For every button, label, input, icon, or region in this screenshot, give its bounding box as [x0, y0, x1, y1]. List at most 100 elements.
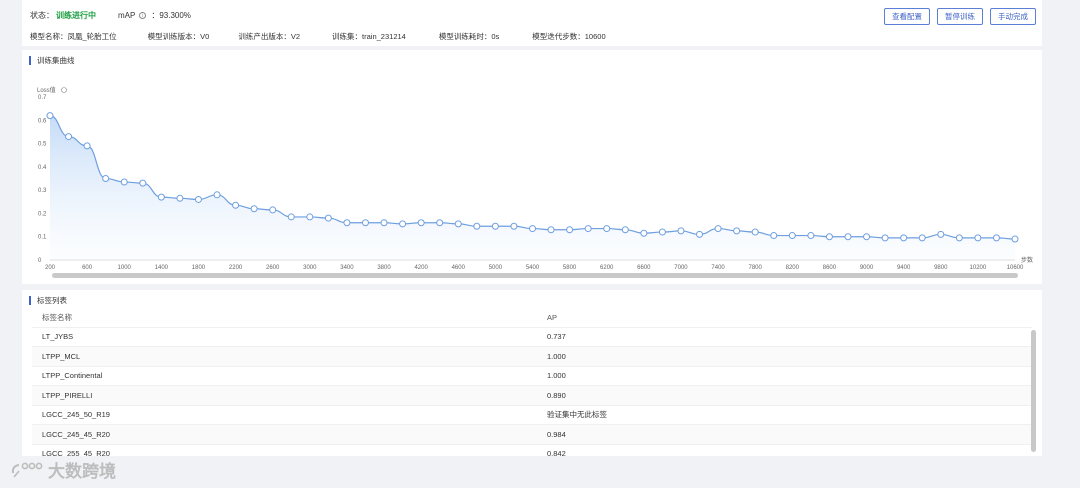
map-label: mAP	[118, 11, 136, 20]
x-tick-label: 7400	[711, 265, 725, 271]
x-tick-label: 4600	[452, 265, 466, 271]
watermark-logo-icon	[11, 462, 43, 478]
chart-horizontal-scrollbar[interactable]	[52, 273, 1018, 278]
y-tick-label: 0.6	[38, 118, 47, 124]
table-row[interactable]: LTPP_Continental 1.000	[32, 367, 1032, 386]
x-tick-label: 10600	[1007, 265, 1024, 271]
header-panel: 状态： 训练进行中 mAP i ：93.300% 模型名称： 凤凰_轮胎工位 模…	[22, 0, 1042, 46]
data-point[interactable]	[621, 226, 629, 234]
data-point[interactable]	[603, 225, 611, 233]
data-point[interactable]	[417, 219, 425, 227]
data-point[interactable]	[343, 219, 351, 227]
table-row[interactable]: LGCC_245_45_R20 0.984	[32, 425, 1032, 445]
data-point[interactable]	[974, 234, 982, 242]
data-point[interactable]	[547, 226, 555, 234]
data-point[interactable]	[380, 219, 388, 227]
y-tick-label: 0.3	[38, 188, 47, 194]
data-point[interactable]	[640, 229, 648, 237]
train-duration: 模型训练耗时：0s	[438, 32, 500, 41]
x-tick-label: 10200	[970, 265, 987, 271]
manual-complete-button[interactable]: 手动完成	[990, 8, 1036, 25]
data-point[interactable]	[120, 178, 128, 186]
data-point[interactable]	[696, 230, 704, 238]
data-point[interactable]	[46, 112, 54, 120]
x-tick-label: 2200	[229, 265, 243, 271]
data-point[interactable]	[714, 225, 722, 233]
x-tick-label: 5800	[563, 265, 577, 271]
col-ap-header: AP	[547, 312, 558, 322]
data-point[interactable]	[955, 234, 963, 242]
data-point[interactable]	[1011, 235, 1019, 243]
data-point[interactable]	[751, 228, 759, 236]
data-point[interactable]	[658, 228, 666, 236]
data-point[interactable]	[454, 220, 462, 228]
data-point[interactable]	[232, 201, 240, 209]
data-point[interactable]	[733, 227, 741, 235]
data-point[interactable]	[269, 206, 277, 214]
status-row: 状态： 训练进行中 mAP i ：93.300%	[30, 10, 191, 21]
label-name-cell: LGCC_245_50_R19	[42, 410, 110, 420]
data-point[interactable]	[65, 133, 73, 141]
table-body: LT_JYBS 0.737 LTPP_MCL 1.000 LTPP_Continenta…	[32, 328, 1032, 456]
pause-training-button[interactable]: 暂停训练	[937, 8, 983, 25]
ap-cell: 1.000	[547, 351, 566, 361]
data-point[interactable]	[102, 175, 110, 182]
data-point[interactable]	[881, 234, 889, 242]
data-point[interactable]	[677, 227, 685, 235]
data-point[interactable]	[992, 234, 1000, 242]
ap-cell: 验证集中无此标签	[547, 410, 607, 420]
data-point[interactable]	[213, 191, 221, 199]
table-vertical-scrollbar[interactable]	[1031, 330, 1036, 452]
x-tick-label: 3400	[340, 265, 354, 271]
y-axis-info-icon[interactable]	[61, 87, 67, 93]
data-point[interactable]	[361, 219, 369, 227]
data-point[interactable]	[788, 232, 796, 240]
y-tick-label: 0.7	[38, 95, 47, 101]
x-tick-label: 8600	[823, 265, 837, 271]
data-point[interactable]	[900, 234, 908, 242]
data-point[interactable]	[287, 213, 295, 221]
data-point[interactable]	[863, 233, 871, 241]
label-name-cell: LTPP_PIRELLI	[42, 390, 93, 400]
data-point[interactable]	[436, 219, 444, 227]
data-point[interactable]	[473, 222, 481, 230]
data-point[interactable]	[250, 205, 258, 213]
data-point[interactable]	[399, 220, 407, 228]
data-point[interactable]	[825, 233, 833, 241]
watermark-text: 大数跨境	[48, 462, 116, 481]
data-point[interactable]	[770, 232, 778, 240]
x-tick-label: 5000	[489, 265, 503, 271]
data-point[interactable]	[918, 234, 926, 242]
data-point[interactable]	[139, 179, 147, 187]
x-tick-label: 7000	[674, 265, 688, 271]
data-point[interactable]	[157, 193, 165, 201]
x-tick-label: 200	[45, 265, 56, 271]
data-point[interactable]	[584, 225, 592, 233]
data-point[interactable]	[491, 222, 499, 230]
table-row[interactable]: LTPP_MCL 1.000	[32, 347, 1032, 367]
watermark: 大数跨境	[10, 457, 116, 482]
table-row[interactable]: LGCC_255_45_R20 0.842	[32, 445, 1032, 456]
table-row[interactable]: LGCC_245_50_R19 验证集中无此标签	[32, 406, 1032, 425]
data-point[interactable]	[510, 222, 518, 230]
x-tick-label: 3000	[303, 265, 317, 271]
data-point[interactable]	[194, 195, 202, 203]
view-config-button[interactable]: 查看配置	[884, 8, 930, 25]
data-point[interactable]	[844, 233, 852, 241]
x-tick-label: 7800	[749, 265, 763, 271]
data-point[interactable]	[83, 142, 91, 150]
label-name-cell: LTPP_Continental	[42, 371, 103, 381]
data-point[interactable]	[807, 232, 815, 240]
data-point[interactable]	[937, 230, 945, 238]
data-point[interactable]	[176, 194, 184, 202]
data-point[interactable]	[324, 214, 332, 222]
info-icon[interactable]: i	[139, 12, 147, 19]
data-point[interactable]	[566, 226, 574, 234]
data-point[interactable]	[529, 225, 536, 233]
table-row[interactable]: LT_JYBS 0.737	[32, 328, 1032, 347]
chart-panel: 训练集曲线 Loss值 0 0.1 0.2 0.3 0.4 0.5 0.6 0.7 200 60…	[22, 50, 1042, 284]
status-value: 训练进行中	[56, 11, 96, 20]
table-row[interactable]: LTPP_PIRELLI 0.890	[32, 386, 1032, 406]
data-point[interactable]	[306, 213, 314, 221]
ap-cell: 0.737	[547, 332, 566, 342]
